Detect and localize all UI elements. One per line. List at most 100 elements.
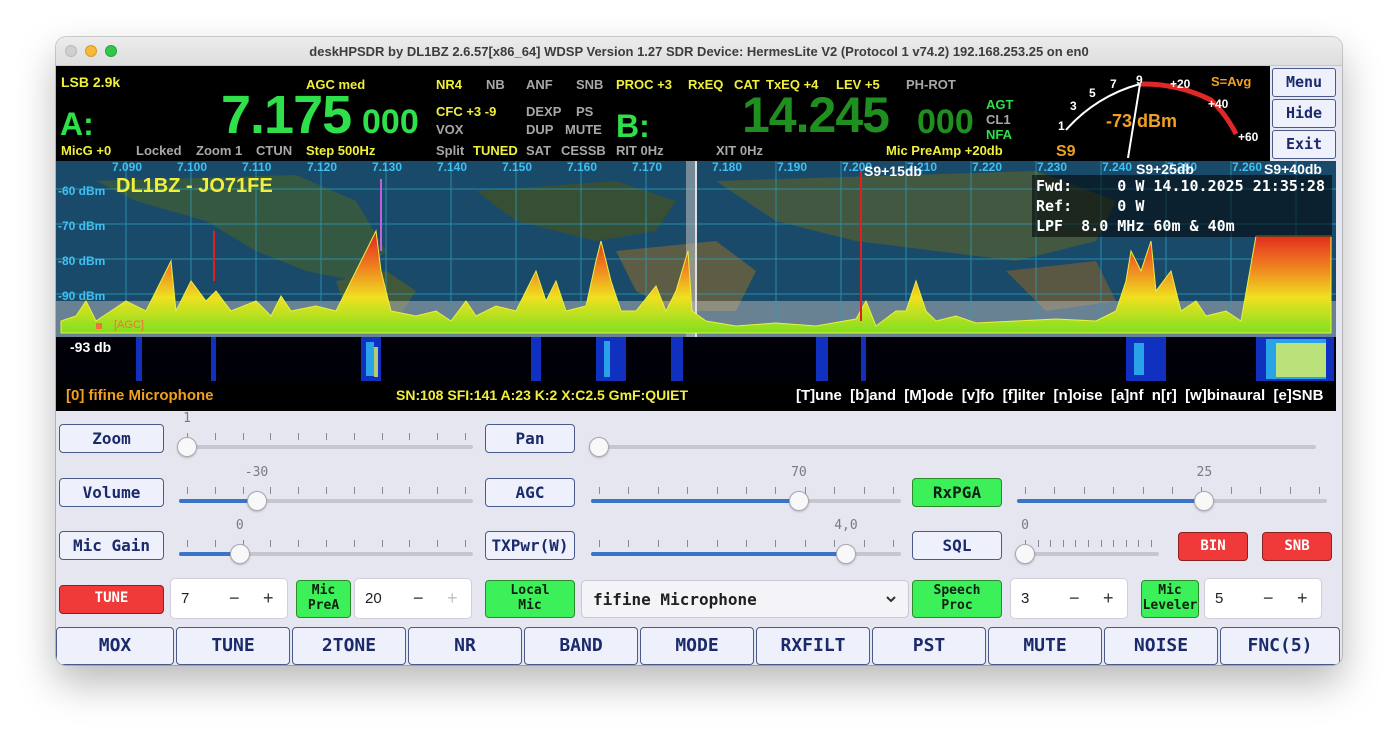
chevron-down-icon [886, 596, 896, 603]
pan-slider-knob[interactable] [589, 437, 609, 457]
slider-tick [1138, 540, 1140, 547]
locked-status[interactable]: Locked [136, 143, 182, 158]
mic-gain-status: MicG +0 [61, 143, 112, 158]
pan-slider[interactable] [589, 411, 1316, 471]
mic-device-select[interactable]: fifine Microphone [581, 580, 909, 618]
freq-tick: 7.150 [502, 161, 533, 174]
waterfall[interactable]: -93 db [56, 337, 1336, 381]
title-bar: deskHPSDR by DL1BZ 2.6.57[x86_64] WDSP V… [56, 37, 1342, 66]
plus-icon[interactable]: + [1297, 588, 1308, 609]
two-tone-button[interactable]: 2TONE [292, 627, 406, 665]
mute-button[interactable]: MUTE [988, 627, 1102, 665]
xit-status[interactable]: XIT 0Hz [716, 143, 763, 158]
rxpga-button[interactable]: RxPGA [912, 478, 1002, 507]
keyboard-shortcuts: [T]une [b]and [M]ode [v]fo [f]ilter [n]o… [796, 387, 1324, 404]
mic-gain-button[interactable]: Mic Gain [59, 531, 164, 560]
pan-button[interactable]: Pan [485, 424, 575, 453]
band-button[interactable]: BAND [524, 627, 638, 665]
volume-slider-knob[interactable] [246, 491, 267, 511]
exit-button[interactable]: Exit [1272, 130, 1336, 159]
agc-button[interactable]: AGC [485, 478, 575, 507]
slider-tick [657, 540, 659, 547]
volume-slider[interactable]: -30 [179, 465, 473, 525]
plus-icon: + [447, 588, 458, 608]
meter-tick-7: 7 [1110, 77, 1117, 91]
speech-proc-spin[interactable]: 3 − + [1010, 578, 1128, 619]
mic-leveler-button[interactable]: Mic Leveler [1141, 580, 1199, 618]
step-status[interactable]: Step 500Hz [306, 143, 375, 158]
freq-tick: 7.160 [567, 161, 598, 174]
txpwr-value: 4,0 [834, 518, 858, 533]
agc-slider[interactable]: 70 [591, 465, 901, 525]
slider-tick [1319, 487, 1320, 494]
vfo-a-frequency[interactable]: 7.175 [221, 84, 352, 146]
proc-status: PROC +3 [616, 77, 672, 92]
snb-button[interactable]: SNB [1262, 532, 1332, 561]
slider-tick [298, 433, 300, 440]
s-avg-mode[interactable]: S=Avg [1211, 74, 1251, 89]
tune-toggle-button[interactable]: TUNE [59, 585, 164, 614]
slider-tick [863, 487, 865, 494]
mic-prea-button[interactable]: Mic PreA [296, 580, 351, 618]
mic-preamp-spin[interactable]: 20 − + [354, 578, 472, 619]
mic-preamp-value: 20 [365, 590, 382, 607]
sql-button[interactable]: SQL [912, 531, 1002, 560]
plus-icon[interactable]: + [263, 588, 274, 609]
cl1-status: CL1 [986, 112, 1011, 127]
minus-icon[interactable]: − [229, 588, 240, 609]
vfo-display[interactable]: LSB 2.9k AGC med A: 7.175 000 MicG +0 Lo… [56, 66, 1270, 161]
rxpga-slider[interactable]: 25 [1017, 465, 1327, 525]
rit-status[interactable]: RIT 0Hz [616, 143, 664, 158]
panadapter[interactable]: 7.090 7.100 7.110 7.120 7.130 7.140 7.15… [56, 161, 1336, 337]
rxeq-status: RxEQ [688, 77, 724, 92]
mox-button[interactable]: MOX [56, 627, 174, 665]
txpwr-button[interactable]: TXPwr(W) [485, 531, 575, 560]
minus-icon[interactable]: − [413, 588, 424, 609]
pst-button[interactable]: PST [872, 627, 986, 665]
local-mic-button[interactable]: Local Mic [485, 580, 575, 618]
ctun-status[interactable]: CTUN [256, 143, 292, 158]
hide-button[interactable]: Hide [1272, 99, 1336, 128]
rxpga-slider-knob[interactable] [1194, 491, 1215, 511]
mic-leveler-spin[interactable]: 5 − + [1204, 578, 1322, 619]
menu-button[interactable]: Menu [1272, 68, 1336, 97]
nfa-status: NFA [986, 127, 1012, 142]
agc-marker[interactable]: [AGC] [114, 319, 144, 331]
zoom-value: 1 [183, 411, 191, 426]
minus-icon[interactable]: − [1069, 588, 1080, 609]
tune-button[interactable]: TUNE [176, 627, 290, 665]
plus-icon[interactable]: + [1103, 588, 1114, 609]
volume-button[interactable]: Volume [59, 478, 164, 507]
solar-data: SN:108 SFI:141 A:23 K:2 X:C2.5 GmF:QUIET [396, 387, 689, 403]
speech-proc-button[interactable]: Speech Proc [912, 580, 1002, 618]
tune-power-spin[interactable]: 7 − + [170, 578, 288, 619]
sql-slider-knob[interactable] [1015, 544, 1035, 564]
mode-button[interactable]: MODE [640, 627, 754, 665]
slider-tick [746, 540, 747, 547]
freq-tick: 7.120 [307, 161, 338, 174]
agc-slider-knob[interactable] [788, 491, 809, 511]
freq-tick: 7.260 [1232, 161, 1263, 174]
txpwr-slider-knob[interactable] [835, 544, 856, 564]
mic-gain-slider[interactable]: 0 [179, 518, 473, 578]
dbm-tick: -80 dBm [58, 254, 106, 268]
slider-tick [326, 433, 327, 440]
local-mic-label-line2: Mic [518, 598, 542, 613]
vfo-b-frequency[interactable]: 14.245 [742, 86, 890, 144]
dbm-tick: -90 dBm [58, 289, 106, 303]
nr-button[interactable]: NR [408, 627, 522, 665]
txpwr-slider[interactable]: 4,0 [591, 518, 901, 578]
zoom-slider[interactable]: 1 [177, 411, 473, 471]
fnc-button[interactable]: FNC(5) [1220, 627, 1340, 665]
zoom-slider-knob[interactable] [177, 437, 197, 457]
mic-gain-slider-knob[interactable] [229, 544, 250, 564]
slider-tick [1083, 487, 1085, 494]
bin-button[interactable]: BIN [1178, 532, 1248, 561]
agt-status: AGT [986, 97, 1014, 112]
meter-tick-plus20: +20 [1170, 77, 1191, 91]
zoom-button[interactable]: Zoom [59, 424, 164, 453]
rxfilt-button[interactable]: RXFILT [756, 627, 870, 665]
noise-button[interactable]: NOISE [1104, 627, 1218, 665]
sql-slider[interactable]: 0 [1015, 518, 1159, 578]
minus-icon[interactable]: − [1263, 588, 1274, 609]
